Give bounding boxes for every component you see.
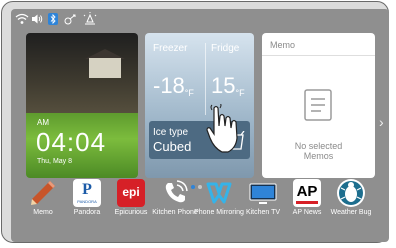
- epicurious-icon: epi: [117, 179, 145, 207]
- ap-news-icon: AP: [293, 179, 321, 207]
- app-weather-bug[interactable]: Weather Bug: [331, 179, 371, 227]
- weather-bug-icon: [337, 179, 365, 207]
- memo-title: Memo: [270, 40, 296, 50]
- app-pandora[interactable]: P PANDORA Pandora: [67, 179, 107, 227]
- memo-pencil-icon: [29, 179, 57, 207]
- wifi-icon: [15, 12, 29, 26]
- app-kitchen-phone[interactable]: Kitchen Phone: [152, 179, 198, 227]
- app-label: Weather Bug: [330, 209, 372, 216]
- fridge-temperature[interactable]: 15°F: [211, 73, 245, 99]
- app-memo[interactable]: Memo: [23, 179, 63, 227]
- freezer-label: Freezer: [153, 43, 188, 54]
- phone-icon: [161, 179, 189, 207]
- tv-icon: [249, 179, 277, 207]
- phone-mirroring-icon: [205, 179, 233, 207]
- network-icon: [63, 12, 79, 26]
- app-epicurious[interactable]: epi Epicurious: [111, 179, 151, 227]
- brightness-icon: [83, 12, 97, 26]
- freezer-temperature[interactable]: -18°F: [153, 73, 194, 99]
- memo-document-icon: [303, 88, 333, 127]
- bluetooth-icon: [47, 12, 59, 26]
- clock-date: Thu, May 8: [37, 158, 73, 165]
- ice-type-value: Cubed: [153, 139, 192, 154]
- app-ap-news[interactable]: AP AP News: [287, 179, 327, 227]
- memo-divider: [262, 55, 375, 56]
- chevron-right-icon[interactable]: ›: [379, 114, 384, 130]
- pandora-icon: P PANDORA: [73, 179, 101, 207]
- memo-empty-message: No selected Memos: [294, 141, 343, 161]
- screen: AM 04:04 Thu, May 8 Freezer Fridge -18°F…: [11, 9, 389, 242]
- status-bar: [11, 9, 389, 29]
- memo-widget[interactable]: Memo No selected Memos: [262, 33, 375, 178]
- clock-widget[interactable]: AM 04:04 Thu, May 8: [26, 33, 138, 178]
- app-kitchen-tv[interactable]: Kitchen TV: [243, 179, 283, 227]
- volume-icon: [31, 12, 43, 26]
- app-phone-mirroring[interactable]: Phone Mirroring: [194, 179, 244, 227]
- clock-ampm: AM: [37, 118, 49, 127]
- clock-time: 04:04: [36, 127, 107, 157]
- touch-hand-icon: [204, 102, 246, 159]
- ice-type-label: Ice type: [153, 127, 189, 138]
- fridge-label: Fridge: [211, 43, 240, 54]
